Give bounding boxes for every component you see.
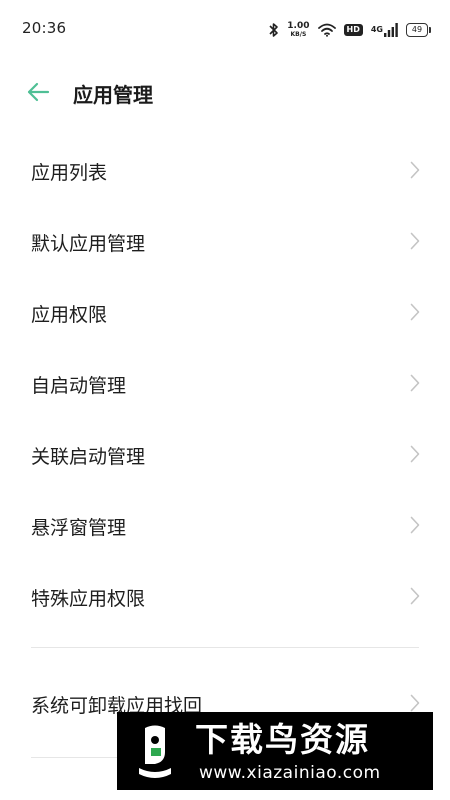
chevron-right-icon [410, 694, 420, 712]
watermark-url: www.xiazainiao.com [199, 763, 381, 783]
chevron-right-icon [410, 161, 420, 179]
menu-item-label: 自启动管理 [31, 375, 127, 397]
chevron-right-icon [410, 516, 420, 534]
menu-item-associated-start[interactable]: 关联启动管理 [0, 419, 450, 490]
bird-logo-icon [139, 725, 171, 778]
section-divider [31, 647, 419, 648]
menu-item-app-list[interactable]: 应用列表 [0, 135, 450, 206]
menu-item-app-permissions[interactable]: 应用权限 [0, 277, 450, 348]
battery-indicator: 49 [406, 23, 431, 37]
menu-item-label: 特殊应用权限 [31, 588, 146, 610]
page-title: 应用管理 [73, 83, 153, 107]
menu-item-label: 应用权限 [31, 304, 108, 326]
menu-item-label: 应用列表 [31, 162, 108, 184]
bluetooth-icon [269, 22, 279, 38]
network-speed-unit: KB/S [290, 31, 307, 38]
back-button[interactable] [26, 80, 52, 104]
status-bar: 20:36 1.00 KB/S HD 4G 49 [0, 0, 450, 58]
status-time: 20:36 [22, 19, 67, 37]
status-icons: 1.00 KB/S HD 4G 49 [269, 19, 431, 41]
settings-menu: 应用列表 默认应用管理 应用权限 自启动管理 关联启动管理 悬浮窗管理 特殊应用… [0, 135, 450, 632]
network-speed: 1.00 KB/S [287, 22, 309, 38]
cellular-signal-icon: 4G [371, 23, 398, 37]
menu-item-default-apps[interactable]: 默认应用管理 [0, 206, 450, 277]
watermark-banner: 下载鸟资源 www.xiazainiao.com [117, 712, 433, 790]
watermark-title: 下载鸟资源 [195, 720, 370, 759]
app-header: 应用管理 [0, 68, 450, 116]
menu-item-label: 关联启动管理 [31, 446, 146, 468]
menu-item-label: 默认应用管理 [31, 233, 146, 255]
chevron-right-icon [410, 232, 420, 250]
network-type-label: 4G [370, 25, 383, 34]
chevron-right-icon [410, 445, 420, 463]
chevron-right-icon [410, 587, 420, 605]
menu-item-auto-start[interactable]: 自启动管理 [0, 348, 450, 419]
hd-badge: HD [343, 24, 363, 36]
menu-item-floating-window[interactable]: 悬浮窗管理 [0, 490, 450, 561]
menu-item-label: 悬浮窗管理 [31, 517, 127, 539]
chevron-right-icon [410, 303, 420, 321]
wifi-icon [317, 23, 336, 37]
menu-item-special-permissions[interactable]: 特殊应用权限 [0, 561, 450, 632]
arrow-left-icon [27, 82, 50, 102]
network-speed-value: 1.00 [287, 21, 310, 31]
chevron-right-icon [410, 374, 420, 392]
